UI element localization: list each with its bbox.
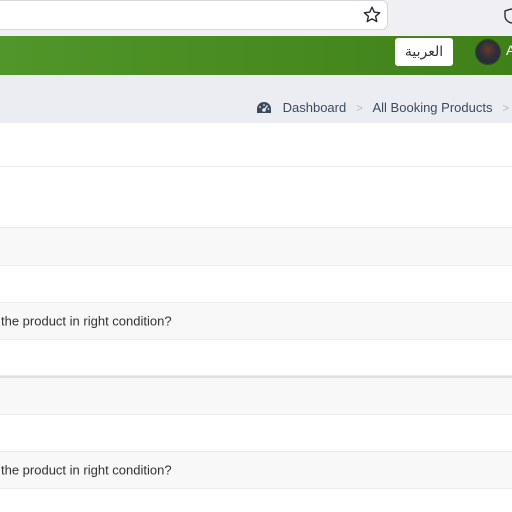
main-content: the product in right condition? the prod… <box>0 123 512 512</box>
breadcrumb-separator: > <box>355 100 363 115</box>
breadcrumb-separator: > <box>502 100 510 115</box>
breadcrumb-bar: Dashboard > All Booking Products > D <box>0 75 512 123</box>
table-row <box>0 167 512 228</box>
breadcrumb: Dashboard > All Booking Products > D <box>256 99 512 117</box>
table-row <box>0 415 512 452</box>
table-row: the product in right condition? <box>0 303 512 340</box>
breadcrumb-item-dashboard[interactable]: Dashboard <box>283 100 347 115</box>
table-row <box>0 266 512 303</box>
table-row <box>0 489 512 512</box>
breadcrumb-item-all-booking-products[interactable]: All Booking Products <box>373 100 493 115</box>
top-navbar: العربية A <box>0 36 512 75</box>
row-text: the product in right condition? <box>1 313 172 329</box>
browser-toolbar <box>0 0 512 36</box>
shield-icon[interactable] <box>504 8 512 24</box>
avatar[interactable] <box>476 40 500 64</box>
table-row <box>0 228 512 266</box>
table-row <box>0 378 512 415</box>
table-row: the product in right condition? <box>0 452 512 489</box>
table-row <box>0 123 512 167</box>
language-toggle-button[interactable]: العربية <box>395 38 453 66</box>
table-row <box>0 340 512 376</box>
row-text: the product in right condition? <box>1 462 172 478</box>
address-bar[interactable] <box>0 0 388 30</box>
user-name[interactable]: A <box>506 42 512 58</box>
star-icon[interactable] <box>362 5 382 25</box>
dashboard-icon <box>257 101 271 113</box>
